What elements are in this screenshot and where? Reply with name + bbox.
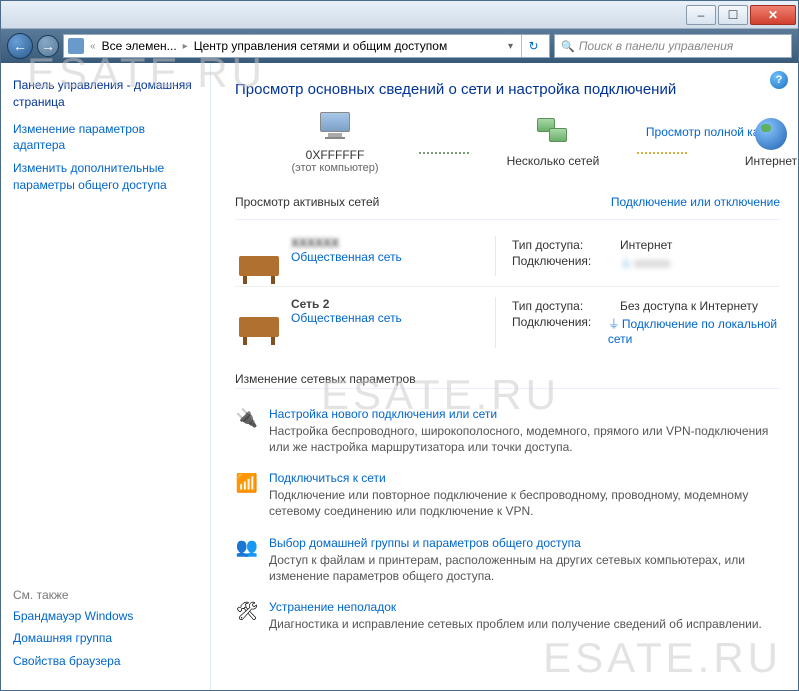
task-title-link[interactable]: Настройка нового подключения или сети (269, 407, 780, 421)
task-title-link[interactable]: Устранение неполадок (269, 600, 762, 614)
network-map: Просмотр полной карты 0XFFFFFF (этот ком… (235, 112, 780, 174)
sidebar: Панель управления - домашняя страница Из… (1, 63, 211, 690)
forward-button[interactable]: → (37, 35, 59, 57)
network-type-link[interactable]: Общественная сеть (291, 311, 402, 325)
see-also-homegroup[interactable]: Домашняя группа (13, 630, 198, 647)
navbar: ← → « Все элемен... ▸ Центр управления с… (1, 29, 798, 63)
connections-label: Подключения: (512, 254, 608, 271)
minimize-button[interactable]: – (686, 5, 716, 25)
task-desc: Диагностика и исправление сетевых пробле… (269, 616, 762, 632)
page-title: Просмотр основных сведений о сети и наст… (235, 81, 780, 98)
window: – ☐ ✕ ← → « Все элемен... ▸ Центр управл… (0, 0, 799, 691)
back-button[interactable]: ← (7, 33, 33, 59)
task-item: 🔌 Настройка нового подключения или сети На… (235, 399, 780, 463)
control-panel-home-link[interactable]: Панель управления - домашняя страница (13, 77, 198, 111)
map-connector (419, 152, 469, 154)
network-row: Сеть 2Общественная сеть Тип доступа: Без д… (235, 286, 780, 358)
active-networks-header: Просмотр активных сетей (235, 195, 379, 209)
address-dropdown[interactable]: ▾ (504, 41, 517, 52)
network-name: XXXXXX (291, 236, 402, 250)
help-button[interactable]: ? (770, 71, 788, 89)
sidebar-link-sharing-settings[interactable]: Изменить дополнительные параметры общего… (13, 160, 198, 194)
task-icon: 📶 (235, 471, 259, 495)
connection-value[interactable]: ⏚xxxxxx (620, 254, 670, 271)
bench-icon (235, 236, 283, 276)
task-desc: Настройка беспроводного, широкополосного… (269, 423, 780, 455)
network-name: Сеть 2 (291, 297, 402, 311)
tasks: 🔌 Настройка нового подключения или сети На… (235, 399, 780, 640)
task-icon: 👥 (235, 536, 259, 560)
search-placeholder: Поиск в панели управления (579, 39, 734, 53)
networks-icon (533, 118, 573, 150)
computer-icon (315, 112, 355, 144)
access-type-value: Без доступа к Интернету (620, 299, 758, 313)
task-item: 👥 Выбор домашней группы и параметров обще… (235, 528, 780, 592)
see-also-browser-props[interactable]: Свойства браузера (13, 653, 198, 670)
change-settings-header: Изменение сетевых параметров (235, 372, 780, 389)
map-node-label: 0XFFFFFF (306, 148, 365, 162)
map-node-computer[interactable]: 0XFFFFFF (этот компьютер) (275, 112, 395, 174)
main-content: ? Просмотр основных сведений о сети и на… (211, 63, 798, 690)
refresh-button[interactable]: ↻ (521, 35, 545, 57)
task-icon: 🔌 (235, 407, 259, 431)
access-type-label: Тип доступа: (512, 238, 608, 252)
chevron-right-icon[interactable]: ▸ (181, 41, 190, 52)
body: Панель управления - домашняя страница Из… (1, 63, 798, 690)
address-bar[interactable]: « Все элемен... ▸ Центр управления сетям… (63, 34, 550, 58)
adapter-icon: ⏚ (608, 317, 620, 331)
maximize-button[interactable]: ☐ (718, 5, 748, 25)
search-input[interactable]: Поиск в панели управления (554, 34, 792, 58)
breadcrumb-item[interactable]: Центр управления сетями и общим доступом (194, 39, 448, 53)
globe-icon (755, 118, 787, 150)
task-title-link[interactable]: Выбор домашней группы и параметров общег… (269, 536, 780, 550)
task-item: 📶 Подключиться к сети Подключение или повт… (235, 463, 780, 527)
connect-disconnect-link[interactable]: Подключение или отключение (611, 194, 780, 211)
network-type-link[interactable]: Общественная сеть (291, 250, 402, 264)
access-type-value: Интернет (620, 238, 672, 252)
network-row: XXXXXXОбщественная сеть Тип доступа: Интер… (235, 226, 780, 286)
task-desc: Подключение или повторное подключение к … (269, 487, 780, 519)
breadcrumb-item[interactable]: Все элемен... (102, 39, 177, 53)
connection-value[interactable]: ⏚Подключение по локальной сети (608, 315, 780, 346)
connections-label: Подключения: (512, 315, 596, 346)
map-connector-warn (637, 152, 687, 154)
map-node-networks[interactable]: Несколько сетей (493, 118, 613, 168)
task-title-link[interactable]: Подключиться к сети (269, 471, 780, 485)
see-also-firewall[interactable]: Брандмауэр Windows (13, 608, 198, 625)
close-button[interactable]: ✕ (750, 5, 796, 25)
task-item: 🛠 Устранение неполадок Диагностика и испра… (235, 592, 780, 640)
see-also-header: См. также (13, 588, 198, 602)
map-node-label: Несколько сетей (507, 154, 600, 168)
task-desc: Доступ к файлам и принтерам, расположенн… (269, 552, 780, 584)
titlebar: – ☐ ✕ (1, 1, 798, 29)
sidebar-link-adapter-settings[interactable]: Изменение параметров адаптера (13, 121, 198, 155)
map-node-sublabel: (этот компьютер) (291, 162, 378, 174)
map-node-label: Интернет (745, 154, 797, 168)
bench-icon (235, 297, 283, 337)
location-icon (68, 38, 84, 54)
adapter-icon: ⏚ (620, 256, 632, 270)
task-icon: 🛠 (235, 600, 259, 624)
access-type-label: Тип доступа: (512, 299, 608, 313)
breadcrumb-sep: « (88, 41, 98, 52)
